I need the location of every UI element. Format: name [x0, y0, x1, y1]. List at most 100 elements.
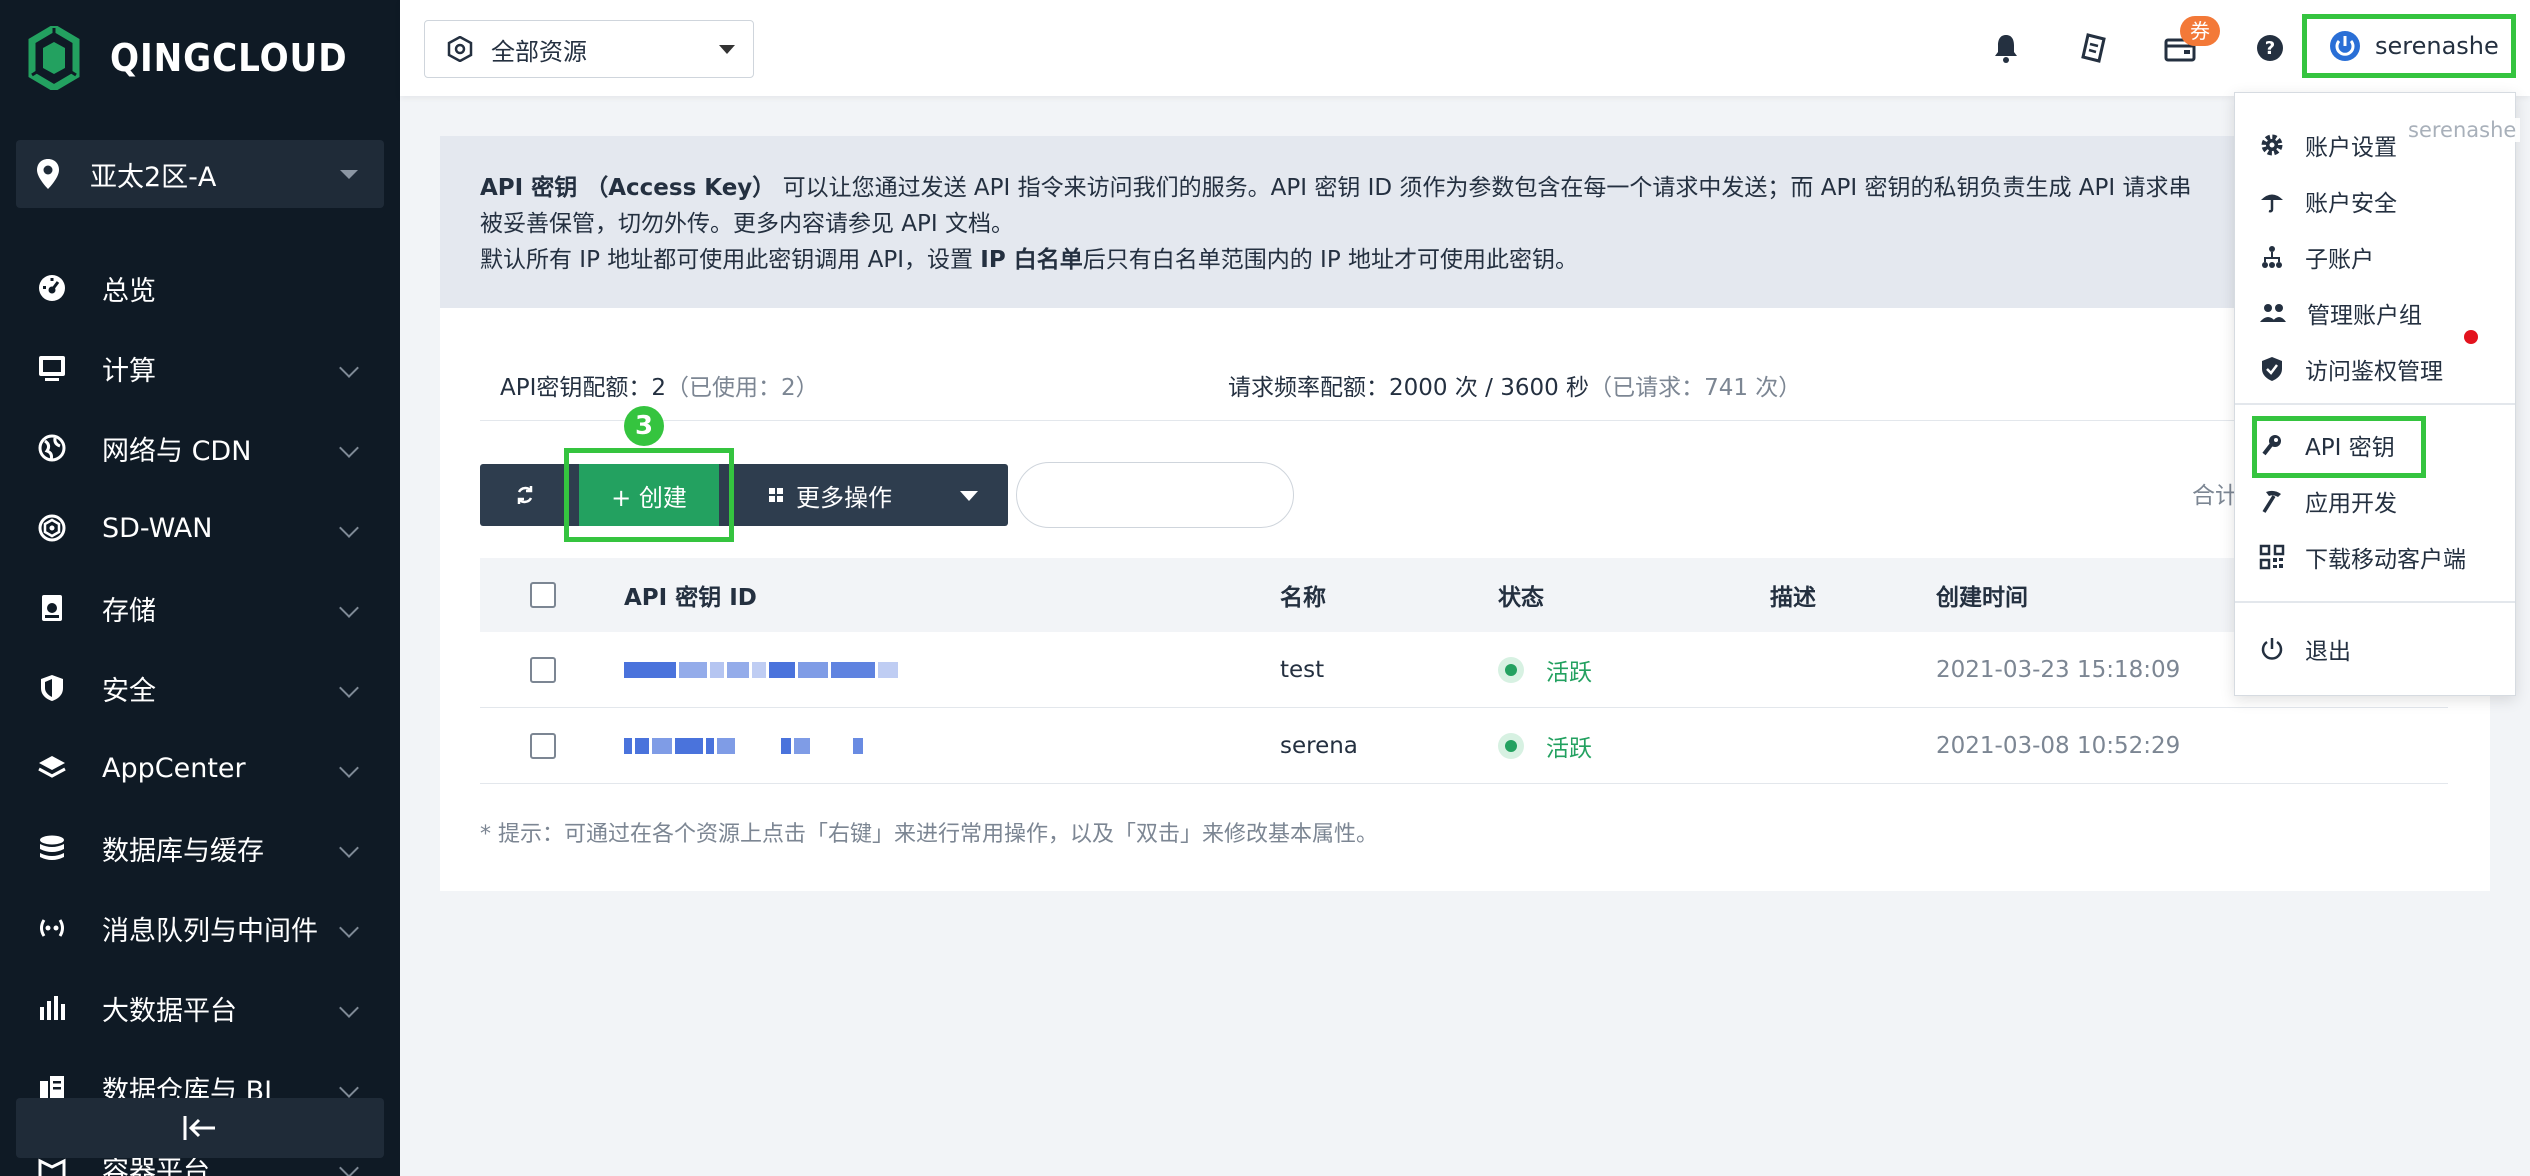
menu-item-sub-accounts[interactable]: 子账户	[2235, 229, 2515, 285]
logo[interactable]: QINGCLOUD	[28, 22, 374, 94]
row-name: serena	[1280, 732, 1358, 759]
sidebar-item-sd-wan[interactable]: SD-WAN	[0, 488, 400, 568]
api-key-id-redacted[interactable]	[624, 632, 898, 707]
help-button[interactable]: ?	[2252, 30, 2288, 66]
chevron-down-icon	[339, 1158, 359, 1176]
sidebar-collapse-button[interactable]	[16, 1098, 384, 1158]
users-icon	[2260, 304, 2286, 322]
api-keys-panel: API 密钥 （Access Key） 可以让您通过发送 API 指令来访问我们…	[440, 136, 2490, 891]
create-button[interactable]: + 创建	[579, 464, 719, 526]
search-input[interactable]	[1016, 462, 1294, 528]
total-label: 合计	[2192, 483, 2238, 509]
api-key-menu-highlight	[2252, 416, 2426, 478]
row-status: 活跃	[1498, 632, 1592, 707]
gear-icon	[2261, 134, 2283, 156]
sidebar-item-network-cdn[interactable]: 网络与 CDN	[0, 408, 400, 488]
menu-item-download-mobile-client[interactable]: 下载移动客户端	[2235, 529, 2515, 585]
sidebar-item-appcenter[interactable]: AppCenter	[0, 728, 400, 808]
chevron-down-icon	[339, 998, 359, 1018]
shield-check-icon	[2262, 357, 2282, 381]
table-header: API 密钥 ID 名称 状态 描述 创建时间	[480, 558, 2448, 632]
active-status-icon	[1498, 656, 1524, 683]
user-menu-button[interactable]: serenashe	[2302, 14, 2516, 78]
globe-icon	[36, 432, 68, 464]
sidebar-item-message-queue[interactable]: 消息队列与中间件	[0, 888, 400, 968]
hammer-icon	[2262, 490, 2281, 513]
menu-item-account-security[interactable]: 账户安全	[2235, 173, 2515, 229]
chevron-down-icon	[339, 438, 359, 458]
api-key-quota: API密钥配额：2（已使用：2）	[500, 375, 819, 401]
ip-whitelist-label: IP 白名单	[980, 247, 1083, 273]
tickets-button[interactable]	[2076, 30, 2112, 66]
menu-item-logout[interactable]: 退出	[2235, 621, 2515, 677]
header-api-key-id[interactable]: API 密钥 ID	[624, 558, 757, 632]
logo-text: QINGCLOUD	[110, 36, 348, 80]
help-icon: ?	[2257, 35, 2283, 61]
notice-line-1: 可以让您通过发送 API 指令来访问我们的服务。API 密钥 ID 须作为参数包…	[775, 175, 2192, 201]
header-status[interactable]: 状态	[1498, 558, 1544, 632]
dashboard-icon	[36, 272, 68, 304]
menu-item-access-auth-management[interactable]: 访问鉴权管理	[2235, 341, 2515, 397]
bar-chart-icon	[36, 992, 68, 1024]
api-key-notice: API 密钥 （Access Key） 可以让您通过发送 API 指令来访问我们…	[440, 136, 2490, 308]
create-button-highlight: + 创建	[564, 448, 734, 542]
shield-icon	[36, 672, 68, 704]
notice-line-2: 被妥善保管，切勿外传。更多内容请参见 API 文档。	[480, 211, 1015, 237]
api-key-id-redacted[interactable]	[624, 708, 863, 783]
sidebar-item-overview[interactable]: 总览	[0, 248, 400, 328]
step-badge-3: 3	[624, 406, 664, 446]
notice-line-3c: 后只有白名单范围内的 IP 地址才可使用此密钥。	[1082, 247, 1578, 273]
resource-selector-label: 全部资源	[491, 37, 587, 66]
active-status-icon	[1498, 732, 1524, 759]
resource-selector[interactable]: 全部资源	[424, 20, 754, 78]
location-pin-icon	[37, 159, 59, 189]
notice-title: API 密钥 （Access Key）	[480, 175, 776, 201]
layers-icon	[36, 752, 68, 784]
menu-item-app-development[interactable]: 应用开发	[2235, 473, 2515, 529]
storage-icon	[36, 592, 68, 624]
username-tooltip: serenashe	[2404, 118, 2521, 142]
row-checkbox[interactable]	[530, 656, 556, 683]
select-all-checkbox[interactable]	[530, 582, 556, 608]
user-dropdown-menu: 账户设置 账户安全 子账户 管理账户组 访问鉴权管理 API 密钥 应用开发 下…	[2234, 92, 2516, 696]
chevron-down-icon	[339, 678, 359, 698]
refresh-button[interactable]	[480, 464, 570, 526]
region-selector[interactable]: 亚太2区-A	[16, 140, 384, 208]
qingcloud-logo-icon	[28, 26, 80, 90]
svg-text:?: ?	[2265, 38, 2275, 59]
header-description[interactable]: 描述	[1770, 558, 1816, 632]
table-row[interactable]: serena 活跃 2021-03-08 10:52:29	[480, 708, 2448, 784]
sidebar-item-compute[interactable]: 计算	[0, 328, 400, 408]
collapse-left-icon	[183, 1116, 215, 1140]
sdwan-icon	[36, 512, 68, 544]
menu-divider	[2235, 601, 2515, 603]
user-avatar-icon	[2330, 31, 2360, 61]
row-name: test	[1280, 656, 1325, 683]
sidebar-nav: 总览 计算 网络与 CDN SD-WAN 存储 安全 AppCenter 数据库…	[0, 248, 400, 1176]
chevron-down-icon	[339, 358, 359, 378]
sidebar: QINGCLOUD 亚太2区-A 总览 计算 网络与 CDN SD-WAN 存储…	[0, 0, 400, 1176]
notifications-button[interactable]	[1988, 30, 2024, 66]
ticket-icon	[2081, 33, 2106, 63]
table-row[interactable]: test 活跃 2021-03-23 15:18:09	[480, 632, 2448, 708]
gear-hex-icon	[447, 36, 473, 62]
chevron-down-icon	[339, 838, 359, 858]
sidebar-item-storage[interactable]: 存储	[0, 568, 400, 648]
coupon-badge[interactable]: 券	[2180, 16, 2220, 46]
header-created-time[interactable]: 创建时间	[1936, 558, 2028, 632]
sidebar-item-security[interactable]: 安全	[0, 648, 400, 728]
chevron-down-icon	[339, 918, 359, 938]
more-actions-button[interactable]: 更多操作	[746, 464, 1008, 526]
sidebar-item-big-data[interactable]: 大数据平台	[0, 968, 400, 1048]
row-checkbox[interactable]	[530, 732, 556, 759]
api-keys-table: API 密钥 ID 名称 状态 描述 创建时间 test 活跃 2021-03-…	[480, 558, 2448, 784]
monitor-icon	[36, 352, 68, 384]
sidebar-item-database-cache[interactable]: 数据库与缓存	[0, 808, 400, 888]
region-label: 亚太2区-A	[90, 161, 217, 193]
chevron-down-icon	[340, 170, 358, 179]
request-rate-quota: 请求频率配额：2000 次 / 3600 秒（已请求：741 次）	[1228, 375, 1802, 401]
header-name[interactable]: 名称	[1280, 558, 1326, 632]
row-status: 活跃	[1498, 708, 1592, 783]
sub-account-icon	[2262, 246, 2282, 268]
database-icon	[36, 832, 68, 864]
